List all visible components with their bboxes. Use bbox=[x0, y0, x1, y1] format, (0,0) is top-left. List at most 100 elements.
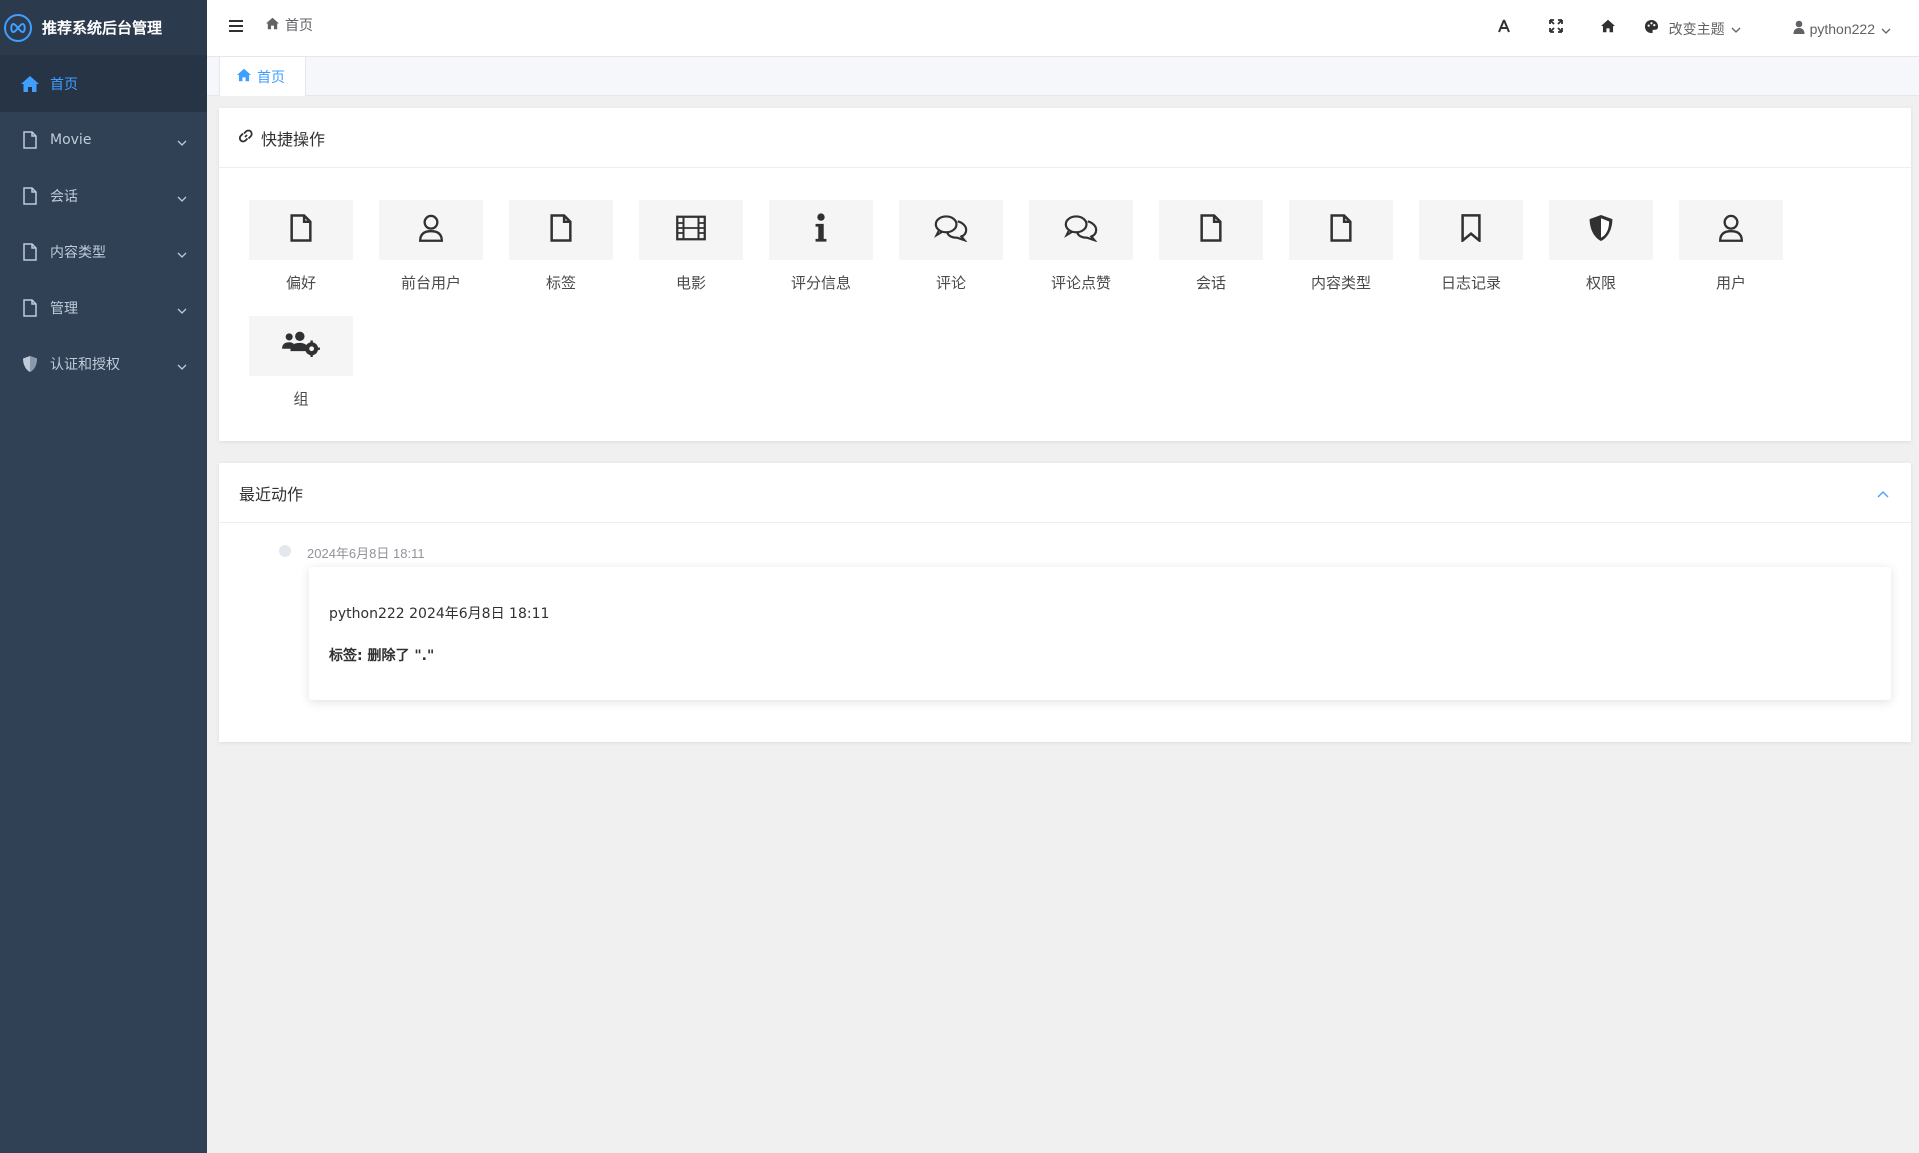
sidebar-item-auth[interactable]: 认证和授权 bbox=[0, 336, 207, 392]
tabs-bar: 首页 bbox=[207, 57, 1919, 96]
chevron-down-icon bbox=[177, 190, 187, 206]
timeline-entry-action[interactable]: 标签: 删除了 "." bbox=[329, 645, 1871, 665]
hamburger-button[interactable] bbox=[207, 0, 265, 57]
file-icon bbox=[290, 213, 312, 247]
user-icon bbox=[1718, 214, 1744, 247]
breadcrumb-home[interactable]: 首页 bbox=[285, 15, 313, 35]
sidebar-item-movie[interactable]: Movie bbox=[0, 112, 207, 168]
top-header: 首页 改变主题 python222 bbox=[207, 0, 1919, 57]
quick-actions-header: 快捷操作 bbox=[219, 108, 1911, 168]
theme-label: 改变主题 bbox=[1668, 21, 1725, 38]
quick-actions-title: 快捷操作 bbox=[261, 129, 326, 149]
file-icon bbox=[1200, 213, 1222, 247]
tab-label: 首页 bbox=[257, 69, 285, 86]
chevron-down-icon bbox=[1881, 21, 1891, 37]
comments-icon bbox=[934, 214, 968, 247]
quick-item-label: 评论 bbox=[935, 274, 966, 292]
user-dropdown[interactable]: python222 bbox=[1771, 20, 1919, 37]
header-actions: 改变主题 python222 bbox=[1478, 0, 1919, 57]
file-icon bbox=[20, 186, 40, 206]
quick-item-tag[interactable]: 标签 bbox=[509, 200, 613, 310]
sidebar-item-home[interactable]: 首页 bbox=[0, 56, 207, 112]
quick-item-rating[interactable]: 评分信息 bbox=[769, 200, 873, 310]
fullscreen-button[interactable] bbox=[1530, 0, 1582, 57]
theme-dropdown[interactable]: 改变主题 bbox=[1634, 19, 1771, 39]
quick-item-session[interactable]: 会话 bbox=[1159, 200, 1263, 310]
chevron-down-icon bbox=[177, 302, 187, 318]
app-title: 推荐系统后台管理 bbox=[42, 19, 163, 37]
timeline-entry-meta: python222 2024年6月8日 18:11 bbox=[329, 606, 550, 622]
quick-item-label: 内容类型 bbox=[1310, 274, 1371, 292]
home-button[interactable] bbox=[1582, 0, 1634, 57]
bookmark-icon bbox=[1461, 213, 1481, 247]
quick-item-permission[interactable]: 权限 bbox=[1549, 200, 1653, 310]
home-icon bbox=[236, 68, 257, 86]
recent-actions-header: 最近动作 bbox=[219, 463, 1911, 523]
timeline-timestamp: 2024年6月8日 18:11 bbox=[307, 546, 425, 561]
infinity-logo-icon bbox=[4, 13, 32, 42]
users-cog-icon bbox=[282, 331, 320, 362]
chevron-down-icon bbox=[177, 134, 187, 150]
palette-icon bbox=[1644, 19, 1669, 38]
tab-home[interactable]: 首页 bbox=[219, 57, 306, 96]
recent-actions-card: 最近动作 2024年6月8日 18:11 python222 2024年6月8日… bbox=[219, 463, 1911, 742]
sidebar-item-label: 认证和授权 bbox=[50, 357, 120, 373]
sidebar: 推荐系统后台管理 首页 Movie 会话 内容类型 管理 认证和授权 bbox=[0, 0, 207, 1153]
font-size-button[interactable] bbox=[1478, 0, 1530, 57]
home-icon bbox=[20, 74, 40, 94]
quick-item-label: 标签 bbox=[545, 274, 576, 292]
home-icon bbox=[265, 17, 285, 34]
quick-item-label: 评分信息 bbox=[790, 274, 851, 292]
quick-item-front-user[interactable]: 前台用户 bbox=[379, 200, 483, 310]
timeline-dot bbox=[279, 545, 291, 557]
sidebar-item-label: 管理 bbox=[50, 301, 78, 317]
quick-item-log[interactable]: 日志记录 bbox=[1419, 200, 1523, 310]
quick-item-user[interactable]: 用户 bbox=[1679, 200, 1783, 310]
sidebar-item-session[interactable]: 会话 bbox=[0, 168, 207, 224]
file-icon bbox=[20, 298, 40, 318]
quick-item-label: 会话 bbox=[1195, 274, 1226, 292]
expand-icon bbox=[1548, 19, 1563, 38]
file-icon bbox=[20, 130, 40, 150]
chevron-down-icon bbox=[177, 358, 187, 374]
film-icon bbox=[676, 215, 706, 246]
quick-actions-card: 快捷操作 偏好 前台用户 标签 电影 评分信息 评论 评论点赞 会话 内容类型 … bbox=[219, 108, 1911, 441]
link-icon bbox=[238, 128, 261, 147]
file-icon bbox=[20, 242, 40, 262]
sidebar-item-label: 会话 bbox=[50, 189, 78, 205]
user-icon bbox=[1793, 20, 1810, 37]
chevron-down-icon bbox=[177, 246, 187, 262]
quick-item-comment-like[interactable]: 评论点赞 bbox=[1029, 200, 1133, 310]
quick-item-comment[interactable]: 评论 bbox=[899, 200, 1003, 310]
quick-item-movie[interactable]: 电影 bbox=[639, 200, 743, 310]
quick-item-label: 电影 bbox=[675, 274, 706, 292]
quick-item-label: 前台用户 bbox=[400, 274, 461, 292]
quick-item-content-type[interactable]: 内容类型 bbox=[1289, 200, 1393, 310]
font-icon bbox=[1497, 19, 1511, 38]
quick-item-label: 评论点赞 bbox=[1050, 274, 1111, 292]
quick-item-group[interactable]: 组 bbox=[249, 316, 353, 426]
comments-icon bbox=[1064, 214, 1098, 247]
quick-item-label: 组 bbox=[293, 390, 309, 408]
sidebar-item-label: 首页 bbox=[50, 77, 78, 93]
file-icon bbox=[550, 213, 572, 247]
quick-item-label: 偏好 bbox=[285, 274, 316, 292]
app-logo[interactable]: 推荐系统后台管理 bbox=[0, 0, 207, 56]
quick-item-label: 日志记录 bbox=[1440, 274, 1501, 292]
collapse-button[interactable] bbox=[1877, 485, 1889, 503]
home-icon bbox=[1600, 19, 1616, 38]
sidebar-item-content-types[interactable]: 内容类型 bbox=[0, 224, 207, 280]
chevron-down-icon bbox=[1731, 21, 1751, 37]
timeline-card: python222 2024年6月8日 18:11 标签: 删除了 "." bbox=[309, 567, 1891, 700]
shield-icon bbox=[20, 354, 40, 374]
sidebar-item-admin[interactable]: 管理 bbox=[0, 280, 207, 336]
hamburger-icon bbox=[229, 19, 243, 37]
quick-item-preference[interactable]: 偏好 bbox=[249, 200, 353, 310]
file-icon bbox=[1330, 213, 1352, 247]
breadcrumb: 首页 bbox=[265, 15, 313, 35]
user-icon bbox=[418, 214, 444, 247]
sidebar-item-label: 内容类型 bbox=[50, 245, 106, 261]
recent-actions-title: 最近动作 bbox=[239, 484, 304, 504]
sidebar-item-label: Movie bbox=[50, 132, 92, 148]
username: python222 bbox=[1809, 20, 1875, 37]
